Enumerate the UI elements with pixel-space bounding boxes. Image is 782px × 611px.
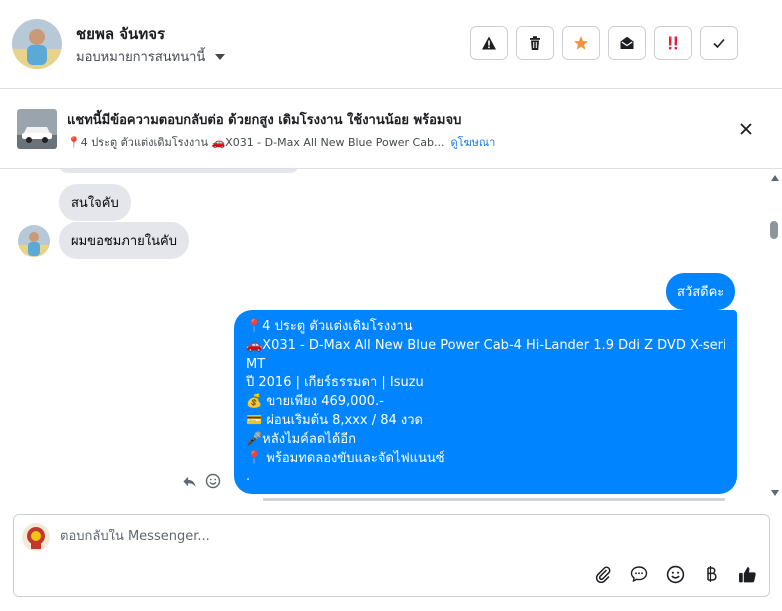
message-line: MT [246, 356, 266, 372]
contact-avatar[interactable] [12, 19, 62, 69]
ad-subtitle-row: 📍4 ประตู ตัวแต่งเดิมโรงงาน 🚗X031 - D-Max… [67, 133, 495, 151]
assign-conversation-dropdown[interactable]: มอบหมายการสนทนานี้ [76, 46, 226, 67]
mark-unread-button[interactable] [608, 26, 646, 60]
message-input[interactable] [60, 529, 560, 544]
message-line: 📍 พร้อมทดลองขับและจัดไฟแนนซ์ [246, 450, 445, 466]
saved-replies-button[interactable] [628, 563, 650, 585]
envelope-open-icon [620, 36, 634, 49]
scrollbar-thumb[interactable] [770, 221, 778, 239]
message-line: . [246, 469, 251, 485]
incoming-message[interactable]: สนใจคับ [59, 184, 131, 221]
paperclip-icon [595, 566, 611, 583]
thread-scrollbar[interactable] [766, 169, 782, 501]
page-avatar [22, 523, 50, 551]
message-thread[interactable]: สนใจคับ ผมขอชมภายในคับ สวัสดีคะ 📍4 ประตู… [0, 169, 766, 501]
composer-toolbar [592, 563, 758, 585]
caret-down-icon [215, 53, 226, 60]
outgoing-message[interactable]: สวัสดีคะ [666, 273, 736, 310]
incoming-message[interactable]: ผมขอชมภายในคับ [59, 222, 189, 259]
follow-up-button[interactable] [654, 26, 692, 60]
previous-message-bubble [60, 169, 298, 173]
reply-composer [13, 514, 770, 597]
conversation-header: ชยพล จันทจร มอบหมายการสนทนานี้ [0, 0, 782, 89]
scroll-down-arrow-icon[interactable] [771, 490, 779, 496]
warning-icon [482, 36, 496, 50]
smiley-icon [205, 473, 221, 489]
outgoing-message[interactable]: 📍4 ประตู ตัวแต่งเดิมโรงงาน 🚗X031 - D-Max… [234, 310, 737, 494]
checkmark-icon [713, 38, 725, 49]
like-button[interactable] [736, 563, 758, 585]
message-line: 💰 ขายเพียง 469,000.- [246, 394, 384, 410]
message-actions [182, 473, 221, 489]
ad-referral-banner: แชทนี้มีข้อความตอบกลับต่อ ด้วยกสูง เดิมโ… [0, 89, 782, 169]
attach-button[interactable] [592, 563, 614, 585]
star-icon [574, 36, 588, 50]
payment-button[interactable] [700, 563, 722, 585]
assign-label: มอบหมายการสนทนานี้ [76, 50, 206, 65]
report-spam-button[interactable] [470, 26, 508, 60]
message-line: ปี 2016 | เกียร์ธรรมดา | Isuzu [246, 375, 424, 391]
star-button[interactable] [562, 26, 600, 60]
emoji-button[interactable] [664, 563, 686, 585]
contact-name: ชยพล จันทจร [76, 25, 166, 43]
message-line: 📍4 ประตู ตัวแต่งเดิมโรงงาน [246, 319, 413, 334]
delete-button[interactable] [516, 26, 554, 60]
image-attachment-preview[interactable] [263, 498, 725, 501]
scroll-up-arrow-icon[interactable] [771, 175, 779, 181]
message-line: 🎤หลังไมค์ลดได้อีก [246, 431, 356, 447]
ad-subtitle: 📍4 ประตู ตัวแต่งเดิมโรงงาน 🚗X031 - D-Max… [67, 136, 445, 149]
reply-icon [183, 476, 196, 487]
baht-icon [707, 566, 717, 582]
reply-button[interactable] [182, 474, 197, 489]
conversation-actions [470, 26, 738, 60]
sender-avatar [18, 225, 50, 257]
emoji-icon [666, 565, 684, 583]
chat-bubble-icon [630, 566, 648, 583]
message-line: 🚗X031 - D-Max All New Blue Power Cab-4 H… [246, 337, 725, 353]
thumbs-up-icon [738, 566, 756, 582]
trash-icon [530, 36, 540, 50]
ad-title: แชทนี้มีข้อความตอบกลับต่อ ด้วยกสูง เดิมโ… [67, 113, 462, 128]
close-icon [740, 123, 752, 135]
mark-done-button[interactable] [700, 26, 738, 60]
ad-thumbnail[interactable] [17, 109, 57, 149]
close-banner-button[interactable] [736, 119, 756, 139]
react-button[interactable] [205, 473, 221, 489]
message-line: 💳 ผ่อนเริ่มต้น 8,xxx / 84 งวด [246, 412, 423, 428]
view-ad-link[interactable]: ดูโฆษณา [450, 133, 495, 151]
double-exclamation-icon [669, 36, 677, 50]
